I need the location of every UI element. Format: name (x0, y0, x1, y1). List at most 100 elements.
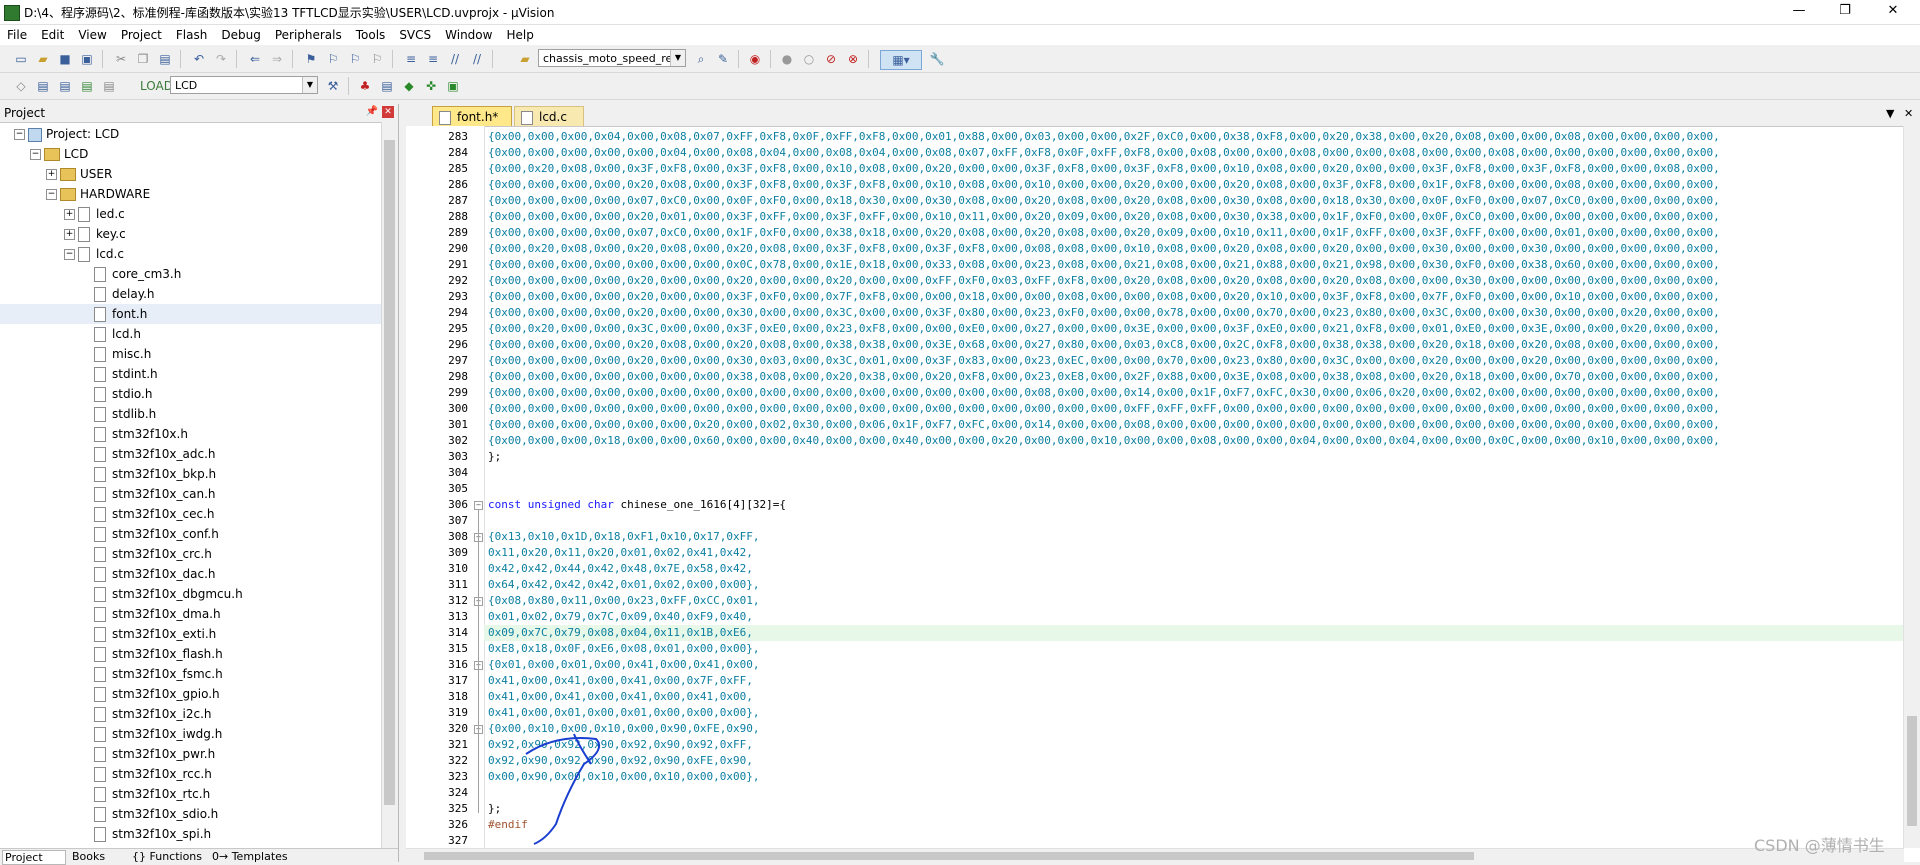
tree-item-hardware[interactable]: HARDWARE (60, 184, 150, 204)
tree-item-stm32f10x-flash-h[interactable]: stm32f10x_flash.h (94, 644, 223, 664)
chevron-down-icon[interactable]: ▼ (670, 50, 685, 66)
minimize-button[interactable]: — (1776, 0, 1822, 24)
close-window-button[interactable]: ✕ (1870, 0, 1916, 24)
nav-forward-icon[interactable]: ⇒ (268, 50, 286, 68)
tab-templates[interactable]: 0→ Templates (210, 850, 288, 863)
menu-window[interactable]: Window (438, 25, 499, 45)
pin-icon[interactable]: 📌 (366, 106, 378, 117)
tree-item-stdint-h[interactable]: stdint.h (94, 364, 158, 384)
editor-vscroll-thumb[interactable] (1907, 716, 1917, 826)
editor-hscroll-thumb[interactable] (424, 852, 1474, 860)
tree-item-stm32f10x-spi-h[interactable]: stm32f10x_spi.h (94, 824, 211, 844)
configure-icon[interactable]: 🔧 (928, 50, 946, 68)
menu-help[interactable]: Help (499, 25, 540, 45)
menu-file[interactable]: File (0, 25, 34, 45)
select-packs-icon[interactable]: ✜ (422, 77, 440, 95)
redo-icon[interactable]: ↷ (212, 50, 230, 68)
paste-icon[interactable]: ▤ (156, 50, 174, 68)
clear-bookmarks-icon[interactable]: ⚐ (368, 50, 386, 68)
pack-installer-icon[interactable]: ◆ (400, 77, 418, 95)
expand-icon[interactable]: + (64, 209, 75, 220)
stop-build-icon[interactable]: ▤ (100, 77, 118, 95)
undo-icon[interactable]: ↶ (190, 50, 208, 68)
tree-item-core-cm3-h[interactable]: core_cm3.h (94, 264, 181, 284)
tree-item-stm32f10x-sdio-h[interactable]: stm32f10x_sdio.h (94, 804, 218, 824)
find-icon[interactable]: ⌕ (692, 50, 710, 68)
collapse-icon[interactable]: − (14, 129, 25, 140)
bookmark-icon[interactable]: ⚑ (302, 50, 320, 68)
expand-icon[interactable]: + (64, 229, 75, 240)
tree-item-lcd-h[interactable]: lcd.h (94, 324, 141, 344)
target-options-icon[interactable]: ⚒ (324, 77, 342, 95)
tree-item-stm32f10x-i2c-h[interactable]: stm32f10x_i2c.h (94, 704, 212, 724)
project-scrollbar-thumb[interactable] (384, 140, 395, 805)
menu-svcs[interactable]: SVCS (392, 25, 438, 45)
menu-project[interactable]: Project (114, 25, 169, 45)
rebuild-icon[interactable]: ▤ (56, 77, 74, 95)
menu-peripherals[interactable]: Peripherals (268, 25, 349, 45)
tree-item-stm32f10x-conf-h[interactable]: stm32f10x_conf.h (94, 524, 219, 544)
tree-item-stm32f10x-dma-h[interactable]: stm32f10x_dma.h (94, 604, 221, 624)
tree-item-font-h[interactable]: font.h (94, 304, 147, 324)
breakpoint-icon[interactable]: ● (778, 50, 796, 68)
tree-item-delay-h[interactable]: delay.h (94, 284, 155, 304)
editor-horizontal-scrollbar[interactable] (406, 848, 1904, 863)
tree-item-stm32f10x-crc-h[interactable]: stm32f10x_crc.h (94, 544, 212, 564)
open-folder-icon[interactable]: ▰ (34, 50, 52, 68)
translate-icon[interactable]: ◇ (12, 77, 30, 95)
tree-item-stm32f10x-fsmc-h[interactable]: stm32f10x_fsmc.h (94, 664, 223, 684)
tree-item-stdio-h[interactable]: stdio.h (94, 384, 152, 404)
tree-item-user[interactable]: USER (60, 164, 112, 184)
find-in-files-icon[interactable]: ▰ (516, 50, 534, 68)
tree-item-stm32f10x-dbgmcu-h[interactable]: stm32f10x_dbgmcu.h (94, 584, 243, 604)
new-file-icon[interactable]: ▭ (12, 50, 30, 68)
menu-edit[interactable]: Edit (34, 25, 71, 45)
nav-back-icon[interactable]: ⇐ (246, 50, 264, 68)
build-icon[interactable]: ▤ (34, 77, 52, 95)
tree-item-stm32f10x-gpio-h[interactable]: stm32f10x_gpio.h (94, 684, 220, 704)
tree-item-stm32f10x-rcc-h[interactable]: stm32f10x_rcc.h (94, 764, 212, 784)
expand-icon[interactable]: + (46, 169, 57, 180)
tree-item-stm32f10x-rtc-h[interactable]: stm32f10x_rtc.h (94, 784, 210, 804)
download-icon[interactable]: LOAD (140, 77, 173, 95)
save-icon[interactable]: ■ (56, 50, 74, 68)
close-panel-icon[interactable]: ✕ (382, 106, 394, 118)
tab-functions[interactable]: {} Functions (130, 850, 202, 863)
indent-icon[interactable]: ≡ (402, 50, 420, 68)
menu-flash[interactable]: Flash (169, 25, 214, 45)
tree-item-key-c[interactable]: key.c (78, 224, 126, 244)
target-select[interactable]: LCD ▼ (170, 76, 318, 94)
prev-bookmark-icon[interactable]: ⚐ (324, 50, 342, 68)
tree-item-lcd-c[interactable]: lcd.c (78, 244, 124, 264)
disable-all-breakpoints-icon[interactable]: ⊗ (844, 50, 862, 68)
tree-item-lcd[interactable]: LCD (44, 144, 88, 164)
kill-breakpoints-icon[interactable]: ⊘ (822, 50, 840, 68)
file-extensions-icon[interactable]: ▤ (378, 77, 396, 95)
tree-item-led-c[interactable]: led.c (78, 204, 125, 224)
tree-item-misc-h[interactable]: misc.h (94, 344, 151, 364)
cut-icon[interactable]: ✂ (112, 50, 130, 68)
tree-item-stdlib-h[interactable]: stdlib.h (94, 404, 156, 424)
chevron-down-icon[interactable]: ▼ (302, 77, 317, 93)
find-combo[interactable]: chassis_moto_speed_ref ▼ (538, 49, 686, 67)
collapse-icon[interactable]: − (46, 189, 57, 200)
debug-session-icon[interactable]: ◉ (746, 50, 764, 68)
tree-item-project-lcd[interactable]: Project: LCD (28, 124, 119, 144)
disable-breakpoint-icon[interactable]: ○ (800, 50, 818, 68)
tree-item-stm32f10x-dac-h[interactable]: stm32f10x_dac.h (94, 564, 216, 584)
menu-tools[interactable]: Tools (349, 25, 393, 45)
tree-item-stm32f10x-bkp-h[interactable]: stm32f10x_bkp.h (94, 464, 216, 484)
unindent-icon[interactable]: ≡ (424, 50, 442, 68)
tab-books[interactable]: Books (70, 850, 105, 863)
project-scrollbar[interactable] (381, 122, 398, 854)
manage-components-icon[interactable]: ♣ (356, 77, 374, 95)
editor-vertical-scrollbar[interactable] (1903, 126, 1920, 848)
comment-icon[interactable]: // (446, 50, 464, 68)
run-time-env-icon[interactable]: ▣ (444, 77, 462, 95)
tree-item-stm32f10x-exti-h[interactable]: stm32f10x_exti.h (94, 624, 216, 644)
tree-item-stm32f10x-iwdg-h[interactable]: stm32f10x_iwdg.h (94, 724, 222, 744)
batch-build-icon[interactable]: ▤ (78, 77, 96, 95)
tree-item-stm32f10x-adc-h[interactable]: stm32f10x_adc.h (94, 444, 216, 464)
window-layout-icon[interactable]: ▦▾ (880, 50, 922, 70)
tree-item-stm32f10x-h[interactable]: stm32f10x.h (94, 424, 188, 444)
